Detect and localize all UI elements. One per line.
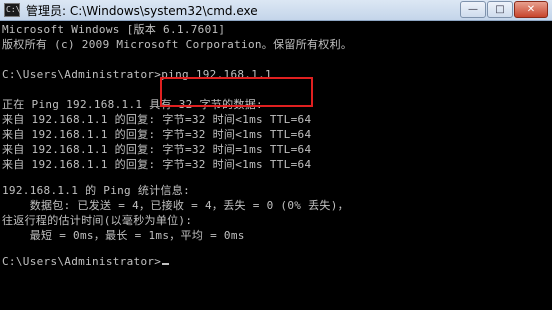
- window-title: 管理员: C:\Windows\system32\cmd.exe: [26, 4, 258, 18]
- ping-stats-line: 最短 = 0ms，最长 = 1ms，平均 = 0ms: [2, 229, 245, 242]
- text-cursor: [162, 263, 170, 265]
- prompt-text: C:\Users\Administrator>: [2, 255, 162, 268]
- console-line: Microsoft Windows [版本 6.1.7601]: [2, 23, 226, 36]
- console-line: 版权所有 (c) 2009 Microsoft Corporation。保留所有…: [2, 38, 353, 51]
- ping-reply-line: 来自 192.168.1.1 的回复: 字节=32 时间<1ms TTL=64: [2, 128, 312, 141]
- ping-stats-line: 数据包: 已发送 = 4，已接收 = 4，丢失 = 0 (0% 丢失)，: [2, 199, 349, 212]
- minimize-button[interactable]: —: [460, 1, 486, 18]
- prompt-line[interactable]: C:\Users\Administrator>: [2, 255, 170, 268]
- window-controls: — □ ✕: [459, 1, 548, 19]
- console-output[interactable]: Microsoft Windows [版本 6.1.7601] 版权所有 (c)…: [0, 21, 552, 310]
- ping-stats-line: 往返行程的估计时间(以毫秒为单位):: [2, 214, 193, 227]
- title-bar[interactable]: C:\ 管理员: C:\Windows\system32\cmd.exe — □…: [0, 0, 552, 21]
- ping-reply-line: 来自 192.168.1.1 的回复: 字节=32 时间<1ms TTL=64: [2, 113, 312, 126]
- maximize-button[interactable]: □: [487, 1, 513, 18]
- ping-reply-line: 来自 192.168.1.1 的回复: 字节=32 时间=1ms TTL=64: [2, 143, 312, 156]
- command-highlight-box: [160, 77, 313, 107]
- cmd-icon: C:\: [4, 3, 20, 17]
- ping-stats-line: 192.168.1.1 的 Ping 统计信息:: [2, 184, 191, 197]
- close-button[interactable]: ✕: [514, 1, 548, 18]
- ping-reply-line: 来自 192.168.1.1 的回复: 字节=32 时间<1ms TTL=64: [2, 158, 312, 171]
